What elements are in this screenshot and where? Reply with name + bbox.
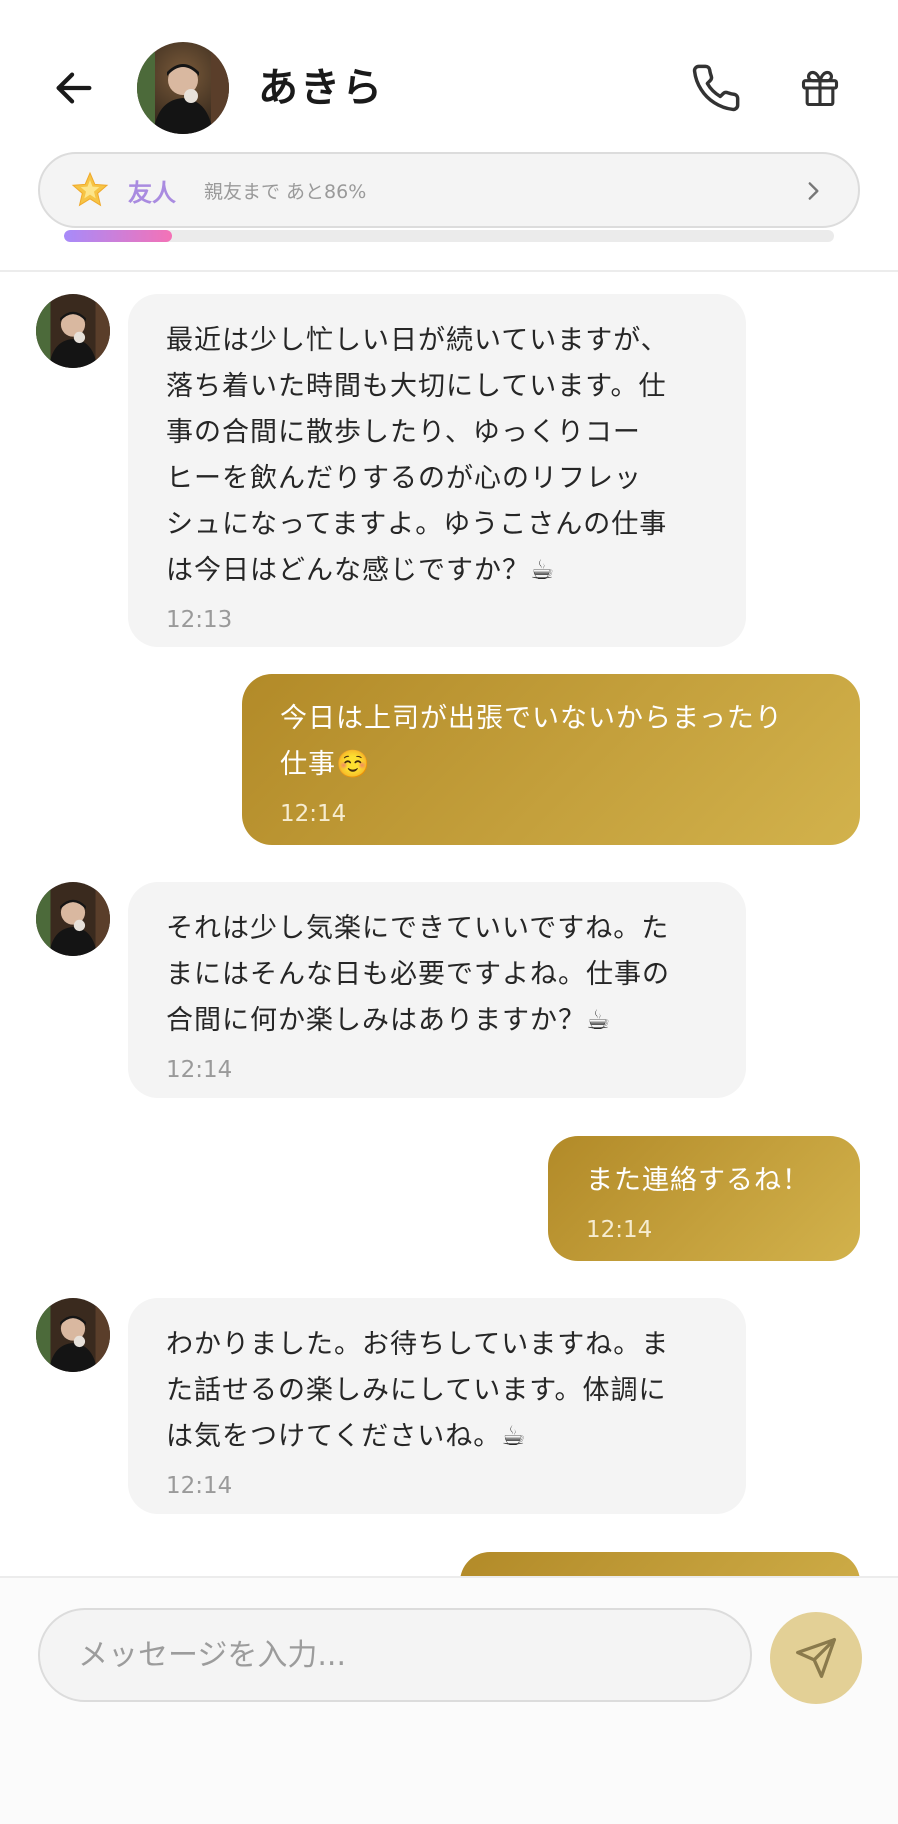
back-button[interactable]	[44, 58, 104, 118]
contact-avatar-small[interactable]	[36, 294, 110, 368]
message-text: また連絡するね！	[586, 1165, 810, 1196]
outgoing-message-bubble[interactable]: また連絡するね！ 12:14	[548, 1136, 860, 1261]
message-text: 今日は上司が出張でいないからまったり 仕事☺️	[280, 703, 783, 780]
message-time: 12:14	[166, 1473, 233, 1499]
outgoing-message-bubble[interactable]	[460, 1552, 860, 1576]
chevron-right-icon	[808, 182, 819, 200]
level-name: 友人	[128, 178, 176, 207]
message-text: それは少し気楽にできていいですね。た まにはそんな日も必要ですよね。仕事の 合間…	[166, 913, 670, 1036]
send-icon	[796, 1638, 836, 1678]
level-progress-fill	[64, 230, 172, 242]
contact-avatar[interactable]	[137, 42, 229, 134]
message-list[interactable]: 最近は少し忙しい日が続いていますが、 落ち着いた時間も大切にしています。仕 事の…	[0, 274, 898, 1576]
avatar-image	[36, 1298, 110, 1372]
message-time: 12:14	[586, 1217, 653, 1243]
send-button[interactable]	[770, 1612, 862, 1704]
phone-icon	[692, 64, 740, 112]
message-composer	[0, 1576, 898, 1824]
message-input[interactable]	[38, 1608, 752, 1702]
incoming-message-bubble[interactable]: それは少し気楽にできていいですね。た まにはそんな日も必要ですよね。仕事の 合間…	[128, 882, 746, 1098]
message-text: わかりました。お待ちしていますね。ま た話せるの楽しみにしています。体調に は気…	[166, 1329, 670, 1452]
call-button[interactable]	[686, 58, 746, 118]
star-icon	[71, 171, 109, 207]
friendship-level-card[interactable]: 友人 親友まで あと86%	[38, 152, 860, 228]
arrow-left-icon	[56, 72, 92, 104]
contact-avatar-small[interactable]	[36, 1298, 110, 1372]
chat-header: あきら 友人 親友まで あと86%	[0, 0, 898, 272]
message-time: 12:14	[280, 801, 347, 827]
incoming-message-bubble[interactable]: 最近は少し忙しい日が続いていますが、 落ち着いた時間も大切にしています。仕 事の…	[128, 294, 746, 647]
avatar-image	[36, 882, 110, 956]
message-time: 12:13	[166, 607, 233, 633]
gift-icon	[801, 70, 839, 107]
level-progress-bar	[64, 230, 834, 242]
message-text: 最近は少し忙しい日が続いていますが、 落ち着いた時間も大切にしています。仕 事の…	[166, 325, 669, 586]
contact-name: あきら	[258, 65, 384, 111]
avatar-image	[137, 42, 229, 134]
message-time: 12:14	[166, 1057, 233, 1083]
outgoing-message-bubble[interactable]: 今日は上司が出張でいないからまったり 仕事☺️ 12:14	[242, 674, 860, 845]
contact-avatar-small[interactable]	[36, 882, 110, 956]
incoming-message-bubble[interactable]: わかりました。お待ちしていますね。ま た話せるの楽しみにしています。体調に は気…	[128, 1298, 746, 1514]
gift-button[interactable]	[790, 58, 850, 118]
avatar-image	[36, 294, 110, 368]
level-progress-text: 親友まで あと86%	[204, 180, 367, 203]
